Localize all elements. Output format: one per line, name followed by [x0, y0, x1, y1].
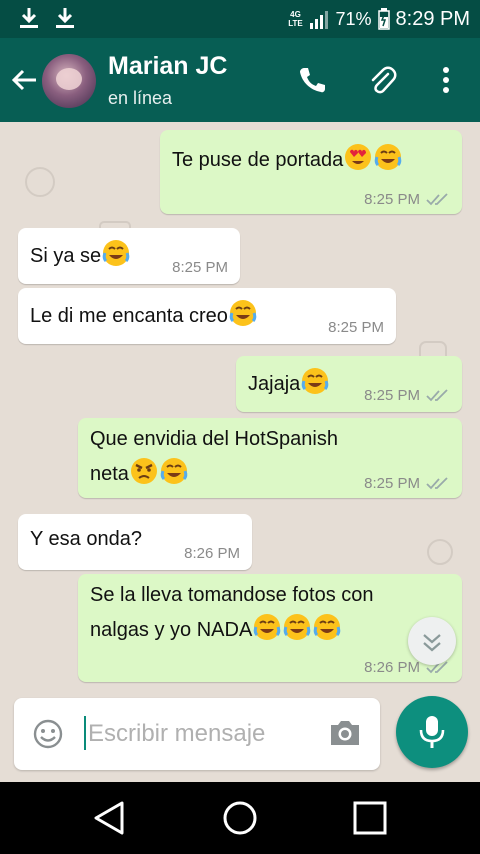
- phone-icon[interactable]: [296, 64, 328, 96]
- download-icon: [20, 8, 38, 28]
- message-bubble-incoming[interactable]: Le di me encanta creo 8:25 PM: [18, 288, 396, 344]
- avatar[interactable]: [42, 54, 96, 108]
- joy-emoji-icon: [312, 612, 342, 642]
- message-time: 8:25 PM: [364, 191, 420, 208]
- network-type: 4G LTE: [288, 10, 303, 28]
- nav-recents-icon[interactable]: [352, 800, 388, 836]
- camera-icon[interactable]: [328, 718, 362, 748]
- back-arrow-icon[interactable]: [10, 66, 38, 94]
- message-input[interactable]: Escribir mensaje: [88, 720, 265, 748]
- double-check-icon: [426, 388, 448, 401]
- angry-emoji-icon: [129, 456, 159, 486]
- message-time: 8:25 PM: [364, 475, 420, 492]
- clock: 8:29 PM: [395, 7, 470, 30]
- chat-area[interactable]: Te puse de portada 8:25 PM Si ya se 8:25…: [0, 122, 480, 782]
- chevron-down-double-icon: [423, 634, 441, 652]
- scroll-to-bottom-button[interactable]: [408, 617, 456, 665]
- text-cursor: [84, 716, 86, 750]
- joy-emoji-icon: [373, 142, 403, 172]
- more-vert-icon[interactable]: [430, 64, 462, 96]
- message-time: 8:26 PM: [184, 545, 240, 562]
- voice-record-button[interactable]: [396, 696, 468, 768]
- heart-eyes-emoji-icon: [343, 142, 373, 172]
- joy-emoji-icon: [252, 612, 282, 642]
- download-icon: [56, 8, 74, 28]
- paperclip-icon[interactable]: [366, 64, 398, 96]
- chat-header: Marian JC en línea: [0, 38, 480, 122]
- message-text: Si ya se: [30, 245, 102, 267]
- message-time: 8:25 PM: [172, 259, 228, 276]
- message-text: Que envidia del HotSpanish: [90, 428, 338, 450]
- message-text: Se la lleva tomandose fotos con: [90, 584, 374, 606]
- joy-emoji-icon: [300, 366, 330, 396]
- joy-emoji-icon: [228, 298, 258, 328]
- nav-back-icon[interactable]: [92, 800, 126, 836]
- message-text: Jajaja: [248, 373, 301, 395]
- message-bubble-outgoing[interactable]: Se la lleva tomandose fotos con nalgas y …: [78, 574, 462, 682]
- message-text: Le di me encanta creo: [30, 305, 228, 327]
- message-text-line2: neta: [90, 463, 129, 485]
- emoji-icon[interactable]: [32, 718, 64, 750]
- system-nav-bar: [0, 782, 480, 854]
- joy-emoji-icon: [282, 612, 312, 642]
- message-time: 8:25 PM: [328, 319, 384, 336]
- message-bubble-incoming[interactable]: Y esa onda? 8:26 PM: [18, 514, 252, 570]
- message-bubble-outgoing[interactable]: Te puse de portada 8:25 PM: [160, 130, 462, 214]
- joy-emoji-icon: [159, 456, 189, 486]
- battery-icon: [377, 8, 390, 30]
- message-text: Te puse de portada: [172, 149, 344, 171]
- message-bubble-outgoing[interactable]: Que envidia del HotSpanish neta 8:25 PM: [78, 418, 462, 498]
- message-text-line2: nalgas y yo NADA: [90, 619, 253, 641]
- microphone-icon: [419, 716, 445, 748]
- message-bubble-incoming[interactable]: Si ya se 8:25 PM: [18, 228, 240, 284]
- message-composer[interactable]: Escribir mensaje: [14, 698, 380, 770]
- battery-percent: 71%: [335, 8, 372, 29]
- signal-icon: [310, 11, 329, 29]
- double-check-icon: [426, 192, 448, 205]
- double-check-icon: [426, 476, 448, 489]
- status-bar: 4G LTE 71% 8:29 PM: [0, 0, 480, 38]
- nav-home-icon[interactable]: [222, 800, 258, 836]
- message-bubble-outgoing[interactable]: Jajaja 8:25 PM: [236, 356, 462, 412]
- contact-name[interactable]: Marian JC: [108, 52, 227, 81]
- joy-emoji-icon: [101, 238, 131, 268]
- contact-status: en línea: [108, 88, 173, 108]
- message-text: Y esa onda?: [30, 528, 142, 550]
- message-time: 8:25 PM: [364, 387, 420, 404]
